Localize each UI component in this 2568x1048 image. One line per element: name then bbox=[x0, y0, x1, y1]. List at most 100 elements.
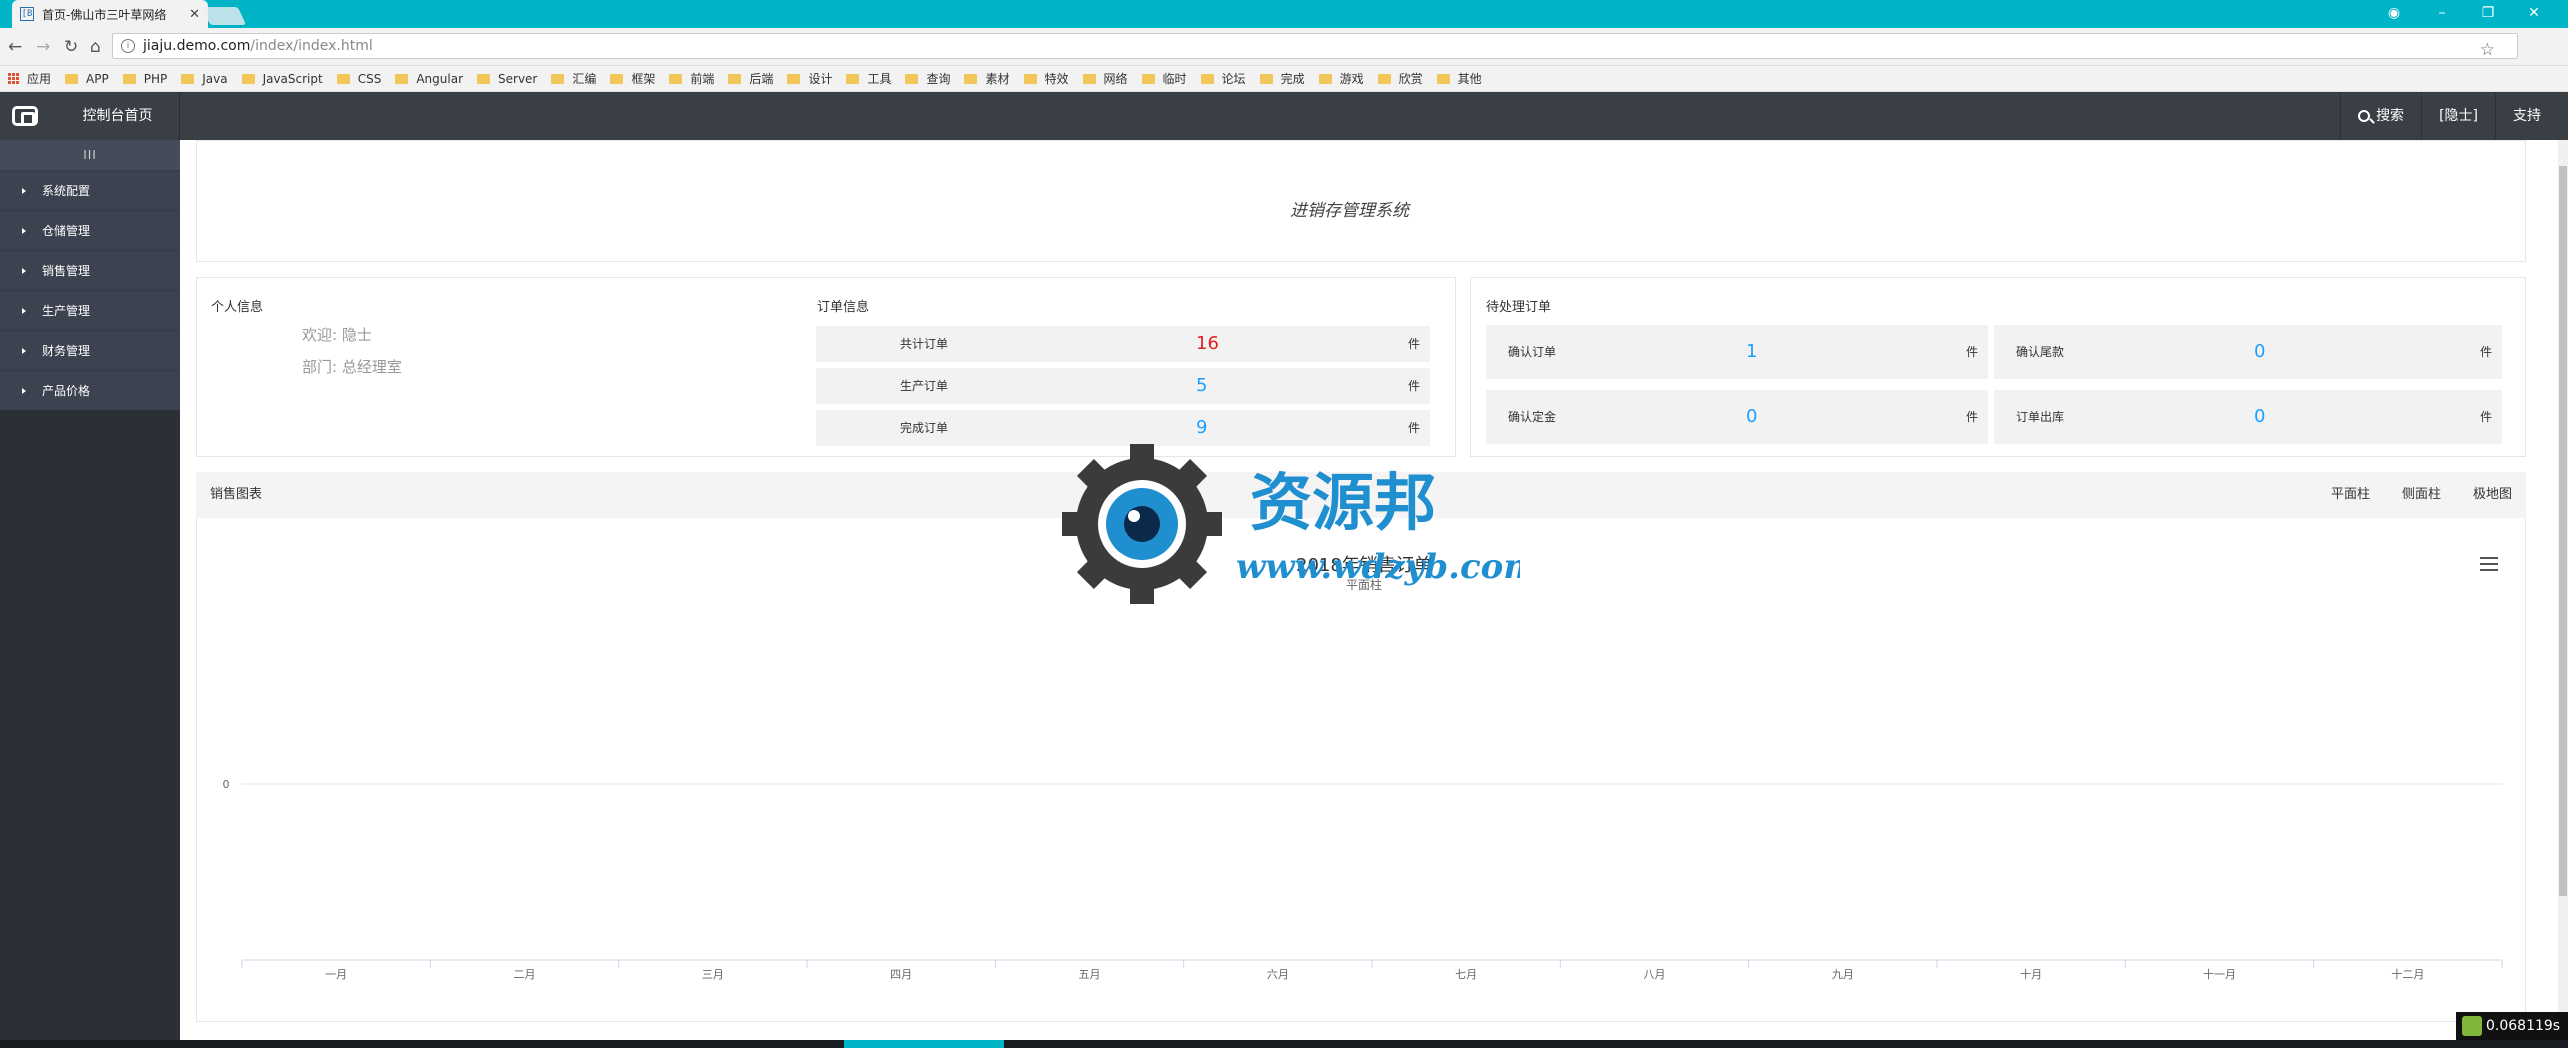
bookmark-folder[interactable]: 设计 bbox=[787, 70, 832, 87]
sidebar-item-system-config[interactable]: 系统配置 bbox=[0, 170, 180, 210]
home-icon[interactable]: ⌂ bbox=[90, 37, 101, 57]
timer-value: 0.068119s bbox=[2486, 1018, 2561, 1034]
pending-confirm-order[interactable]: 确认订单 1 件 bbox=[1486, 325, 1988, 379]
site-info-icon[interactable]: i bbox=[121, 39, 135, 53]
pending-unit: 件 bbox=[1965, 410, 1978, 424]
folder-icon bbox=[1082, 73, 1096, 84]
bookmark-folder[interactable]: 素材 bbox=[964, 70, 1010, 87]
pending-count: 0 bbox=[2254, 406, 2266, 427]
bookmark-folder[interactable]: 完成 bbox=[1259, 70, 1305, 87]
bookmark-folder[interactable]: 前端 bbox=[669, 70, 714, 87]
order-unit: 件 bbox=[1407, 421, 1420, 435]
user-menu[interactable]: [隐士] bbox=[2421, 92, 2495, 140]
scrollbar-thumb[interactable] bbox=[2559, 166, 2567, 896]
sidebar-toggle[interactable]: III bbox=[0, 140, 180, 170]
folder-icon bbox=[1259, 73, 1273, 84]
pending-order-outbound[interactable]: 订单出库 0 件 bbox=[1994, 390, 2502, 444]
bookmark-folder[interactable]: 临时 bbox=[1141, 70, 1187, 87]
bookmark-label: Server bbox=[498, 71, 538, 86]
folder-icon bbox=[181, 73, 195, 84]
flat-bar-button[interactable]: 平面柱 bbox=[2331, 472, 2370, 518]
bookmark-label: 汇编 bbox=[572, 72, 597, 86]
sidebar-item-warehouse[interactable]: 仓储管理 bbox=[0, 210, 180, 250]
bookmark-folder[interactable]: Server bbox=[477, 72, 537, 86]
forward-icon[interactable]: → bbox=[36, 37, 50, 57]
folder-icon bbox=[728, 73, 742, 84]
bookmark-folder[interactable]: 工具 bbox=[846, 70, 891, 87]
pending-label: 确认订单 bbox=[1508, 345, 1557, 359]
folder-icon bbox=[65, 73, 79, 84]
bookmark-folder[interactable]: JavaScript bbox=[241, 72, 323, 86]
support-link[interactable]: 支持 bbox=[2495, 92, 2558, 140]
personal-info-title: 个人信息 bbox=[211, 300, 264, 315]
reload-icon[interactable]: ↻ bbox=[64, 37, 78, 57]
bookmark-folder[interactable]: Angular bbox=[395, 72, 463, 86]
sidebar-item-product-price[interactable]: 产品价格 bbox=[0, 370, 180, 410]
debug-timer[interactable]: 0.068119s bbox=[2456, 1012, 2568, 1040]
console-home-link[interactable]: 控制台首页 bbox=[56, 92, 180, 140]
bookmark-folder[interactable]: 后端 bbox=[728, 70, 773, 87]
bookmark-folder[interactable]: 网络 bbox=[1082, 70, 1128, 87]
bookmark-folder[interactable]: 特效 bbox=[1023, 70, 1069, 87]
bookmark-folder[interactable]: APP bbox=[65, 72, 109, 86]
url-input[interactable]: i jiaju.demo.com/index/index.html ☆ bbox=[112, 33, 2518, 60]
restore-icon[interactable]: ❐ bbox=[2470, 2, 2506, 24]
bookmarks-bar: 应用 APP PHP Java JavaScript CSS Angular Server 汇编… bbox=[0, 66, 2568, 92]
bookmark-label: 临时 bbox=[1162, 72, 1187, 86]
sidebar-item-finance[interactable]: 财务管理 bbox=[0, 330, 180, 370]
banner-title: 进销存管理系统 bbox=[1290, 201, 1409, 221]
order-label: 共计订单 bbox=[900, 337, 949, 351]
taskbar bbox=[0, 1040, 2568, 1048]
leaf-icon bbox=[2462, 1016, 2482, 1036]
app-header: 控制台首页 搜索 [隐士] 支持 bbox=[0, 92, 2568, 140]
search-label: 搜索 bbox=[2376, 108, 2405, 124]
browser-tab[interactable]: [B 首页-佛山市三叶草网络 ✕ bbox=[12, 0, 208, 28]
bookmark-folder[interactable]: 框架 bbox=[610, 70, 655, 87]
bookmark-apps[interactable]: 应用 bbox=[8, 70, 51, 87]
bookmark-folder[interactable]: 查询 bbox=[905, 70, 950, 87]
polar-chart-button[interactable]: 极地图 bbox=[2473, 472, 2512, 518]
bookmark-folder[interactable]: 论坛 bbox=[1200, 70, 1246, 87]
favicon-icon: [B bbox=[20, 7, 34, 21]
sidebar-item-sales[interactable]: 销售管理 bbox=[0, 250, 180, 290]
minimize-icon[interactable]: – bbox=[2424, 2, 2460, 24]
caret-right-icon bbox=[22, 307, 26, 314]
bookmark-folder[interactable]: Java bbox=[181, 72, 228, 86]
chart-menu-icon[interactable] bbox=[2480, 557, 2498, 575]
bookmark-star-icon[interactable]: ☆ bbox=[2480, 40, 2495, 60]
folder-icon bbox=[610, 73, 624, 84]
sidebar: III 系统配置 仓储管理 销售管理 生产管理 财务管理 产品价格 bbox=[0, 140, 180, 1048]
bookmark-folder[interactable]: 汇编 bbox=[551, 70, 596, 87]
order-row-completed: 完成订单 9 件 bbox=[816, 410, 1430, 446]
back-icon[interactable]: ← bbox=[8, 37, 22, 57]
pending-confirm-deposit[interactable]: 确认定金 0 件 bbox=[1486, 390, 1988, 444]
order-info-title: 订单信息 bbox=[817, 300, 870, 315]
close-window-icon[interactable]: ✕ bbox=[2516, 2, 2552, 24]
bookmark-folder[interactable]: 欣赏 bbox=[1377, 70, 1423, 87]
bookmark-label: 框架 bbox=[631, 72, 656, 86]
folder-icon bbox=[669, 73, 683, 84]
new-tab-button[interactable] bbox=[201, 7, 247, 25]
watermark-logo: 资源邦 www.wdzyb.com bbox=[1062, 444, 1520, 604]
bookmark-folder[interactable]: 其他 bbox=[1436, 70, 1482, 87]
logo-icon[interactable] bbox=[12, 106, 38, 126]
profile-icon[interactable]: ◉ bbox=[2376, 2, 2412, 24]
pending-label: 确认定金 bbox=[1508, 410, 1557, 424]
order-unit: 件 bbox=[1407, 337, 1420, 351]
page-scrollbar[interactable] bbox=[2558, 140, 2568, 1040]
side-bar-button[interactable]: 侧面柱 bbox=[2402, 472, 2441, 518]
search-button[interactable]: 搜索 bbox=[2340, 92, 2421, 140]
tab-close-icon[interactable]: ✕ bbox=[189, 7, 200, 22]
sidebar-item-production[interactable]: 生产管理 bbox=[0, 290, 180, 330]
bookmark-folder[interactable]: CSS bbox=[336, 72, 381, 86]
bookmark-folder[interactable]: 游戏 bbox=[1318, 70, 1364, 87]
bookmark-label: 设计 bbox=[808, 72, 833, 86]
pending-confirm-balance[interactable]: 确认尾款 0 件 bbox=[1994, 325, 2502, 379]
pending-unit: 件 bbox=[1965, 345, 1978, 359]
order-unit: 件 bbox=[1407, 379, 1420, 393]
bookmark-label: 游戏 bbox=[1339, 72, 1364, 86]
url-host: jiaju.demo.com bbox=[143, 38, 251, 54]
bookmark-folder[interactable]: PHP bbox=[122, 72, 167, 86]
folder-icon bbox=[787, 73, 801, 84]
apps-grid-icon bbox=[8, 73, 19, 84]
